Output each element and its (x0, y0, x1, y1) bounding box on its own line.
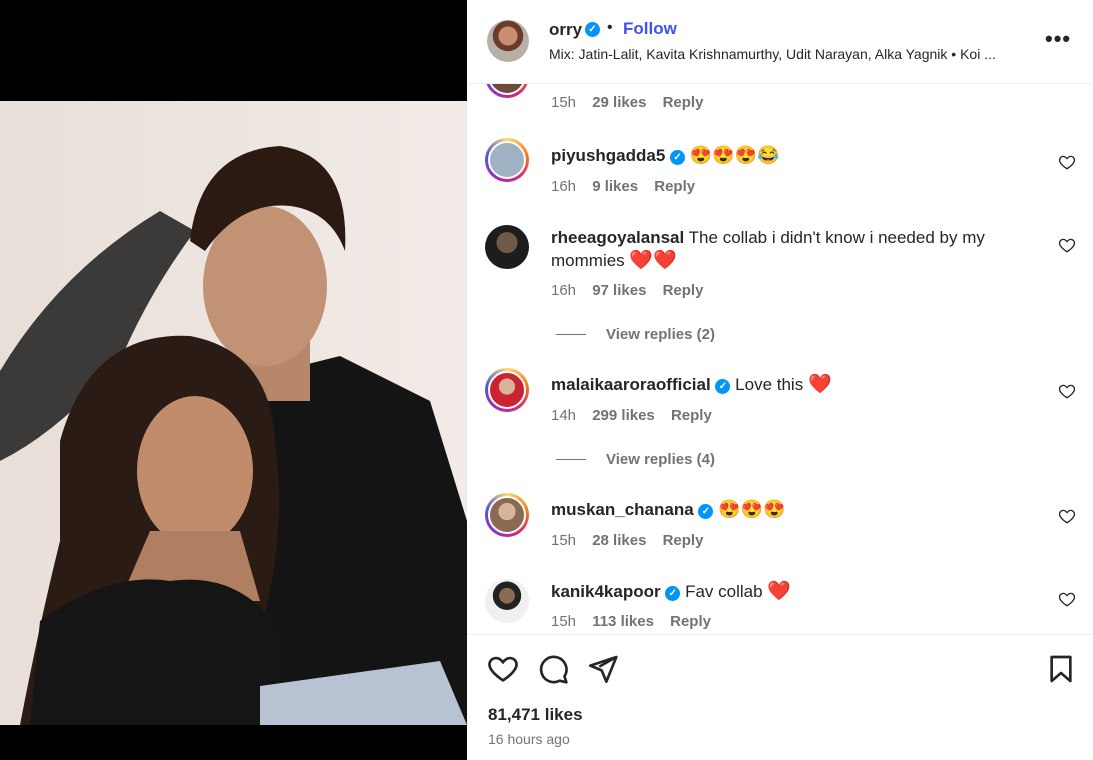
comment-text: rheeagoyalansal The collab i didn't know… (551, 226, 1021, 272)
verified-badge-icon: ✓ (715, 379, 731, 394)
comment-likes[interactable]: 9 likes (592, 178, 638, 195)
like-heart-icon[interactable] (487, 653, 519, 685)
comment-time: 16h (551, 282, 577, 299)
verified-badge-icon: ✓ (670, 150, 686, 165)
comment-likes[interactable]: 113 likes (592, 613, 654, 630)
like-comment-heart-icon[interactable] (1058, 382, 1076, 400)
comment-bubble-icon[interactable] (537, 653, 569, 685)
comment-username[interactable]: rheeagoyalansal (551, 228, 684, 247)
comment-meta: 15h 29 likes Reply (551, 94, 715, 111)
comment-text: kanik4kapoor ✓ Fav collab ❤️ (551, 580, 1021, 603)
author-username[interactable]: orry (549, 20, 582, 40)
bookmark-save-icon[interactable] (1045, 653, 1077, 685)
post-header: orry ✓ • Follow Mix: Jatin-Lalit, Kavita… (467, 0, 1093, 84)
reply-button[interactable]: Reply (663, 282, 704, 299)
comment-emoji: ❤️ (807, 374, 832, 395)
comment-meta: 15h 113 likes Reply (551, 613, 723, 630)
comment-likes[interactable]: 28 likes (592, 532, 646, 549)
verified-badge-icon: ✓ (585, 22, 600, 37)
photo-illustration (0, 101, 467, 725)
comment-emoji: ❤️❤️ (629, 250, 677, 271)
comment-body: Fav collab (685, 582, 763, 601)
post-timestamp: 16 hours ago (488, 731, 570, 747)
reply-button[interactable]: Reply (654, 178, 695, 195)
comment-likes[interactable]: 97 likes (592, 282, 646, 299)
post-detail-panel: orry ✓ • Follow Mix: Jatin-Lalit, Kavita… (467, 0, 1093, 760)
view-replies-button[interactable]: View replies (4) (556, 451, 715, 468)
comment-emoji: ❤️ (767, 581, 791, 602)
comment-body: 😍😍😍😂 (689, 145, 780, 165)
comment-time: 15h (551, 532, 577, 549)
comment-username[interactable]: malaikaaroraofficial (551, 375, 711, 394)
comments-list[interactable]: 15h 29 likes Reply piyushgadda5 ✓ 😍😍😍😂 1… (467, 84, 1093, 634)
more-options-icon[interactable]: ••• (1045, 26, 1071, 52)
post-photo[interactable] (0, 101, 467, 725)
comment-time: 16h (551, 178, 577, 195)
like-comment-heart-icon[interactable] (1058, 507, 1076, 525)
comment-text: malaikaaroraofficial ✓ Love this ❤️ (551, 373, 1021, 396)
comment-username[interactable]: kanik4kapoor (551, 582, 661, 601)
comment-username[interactable]: piyushgadda5 (551, 146, 665, 165)
comment-username[interactable]: muskan_chanana (551, 500, 694, 519)
comment-body: Love this (735, 375, 804, 394)
comment-meta: 14h 299 likes Reply (551, 407, 724, 424)
like-comment-heart-icon[interactable] (1058, 236, 1076, 254)
comment-time: 15h (551, 613, 577, 630)
comment-text: muskan_chanana ✓ 😍😍😍 (551, 498, 1021, 521)
comment-meta: 16h 9 likes Reply (551, 178, 707, 195)
post-like-count[interactable]: 81,471 likes (488, 705, 583, 725)
verified-badge-icon: ✓ (698, 504, 714, 519)
music-info[interactable]: Mix: Jatin-Lalit, Kavita Krishnamurthy, … (549, 46, 1029, 62)
comment-avatar[interactable] (485, 84, 529, 98)
comment-meta: 15h 28 likes Reply (551, 532, 715, 549)
comment-avatar[interactable] (485, 579, 529, 623)
reply-button[interactable]: Reply (671, 407, 712, 424)
reply-button[interactable]: Reply (670, 613, 711, 630)
verified-badge-icon: ✓ (665, 586, 681, 601)
comment-text: piyushgadda5 ✓ 😍😍😍😂 (551, 144, 1021, 167)
post-media (0, 0, 467, 760)
comment-meta: 16h 97 likes Reply (551, 282, 715, 299)
comment-avatar[interactable] (485, 368, 529, 412)
author-avatar[interactable] (487, 20, 529, 62)
share-send-icon[interactable] (587, 653, 619, 685)
separator-dot: • (607, 19, 613, 36)
like-comment-heart-icon[interactable] (1058, 590, 1076, 608)
comment-body: 😍😍😍 (718, 499, 786, 519)
comment-avatar[interactable] (485, 138, 529, 182)
reply-button[interactable]: Reply (663, 532, 704, 549)
comment-time: 14h (551, 407, 577, 424)
comment-avatar[interactable] (485, 225, 529, 269)
reply-button[interactable]: Reply (663, 94, 704, 111)
comment-likes[interactable]: 29 likes (592, 94, 646, 111)
follow-button[interactable]: Follow (623, 19, 677, 39)
like-comment-heart-icon[interactable] (1058, 153, 1076, 171)
view-replies-button[interactable]: View replies (2) (556, 326, 715, 343)
comment-likes[interactable]: 299 likes (592, 407, 655, 424)
comment-avatar[interactable] (485, 493, 529, 537)
post-actions-footer: 81,471 likes 16 hours ago (467, 634, 1093, 760)
comment-time: 15h (551, 94, 577, 111)
